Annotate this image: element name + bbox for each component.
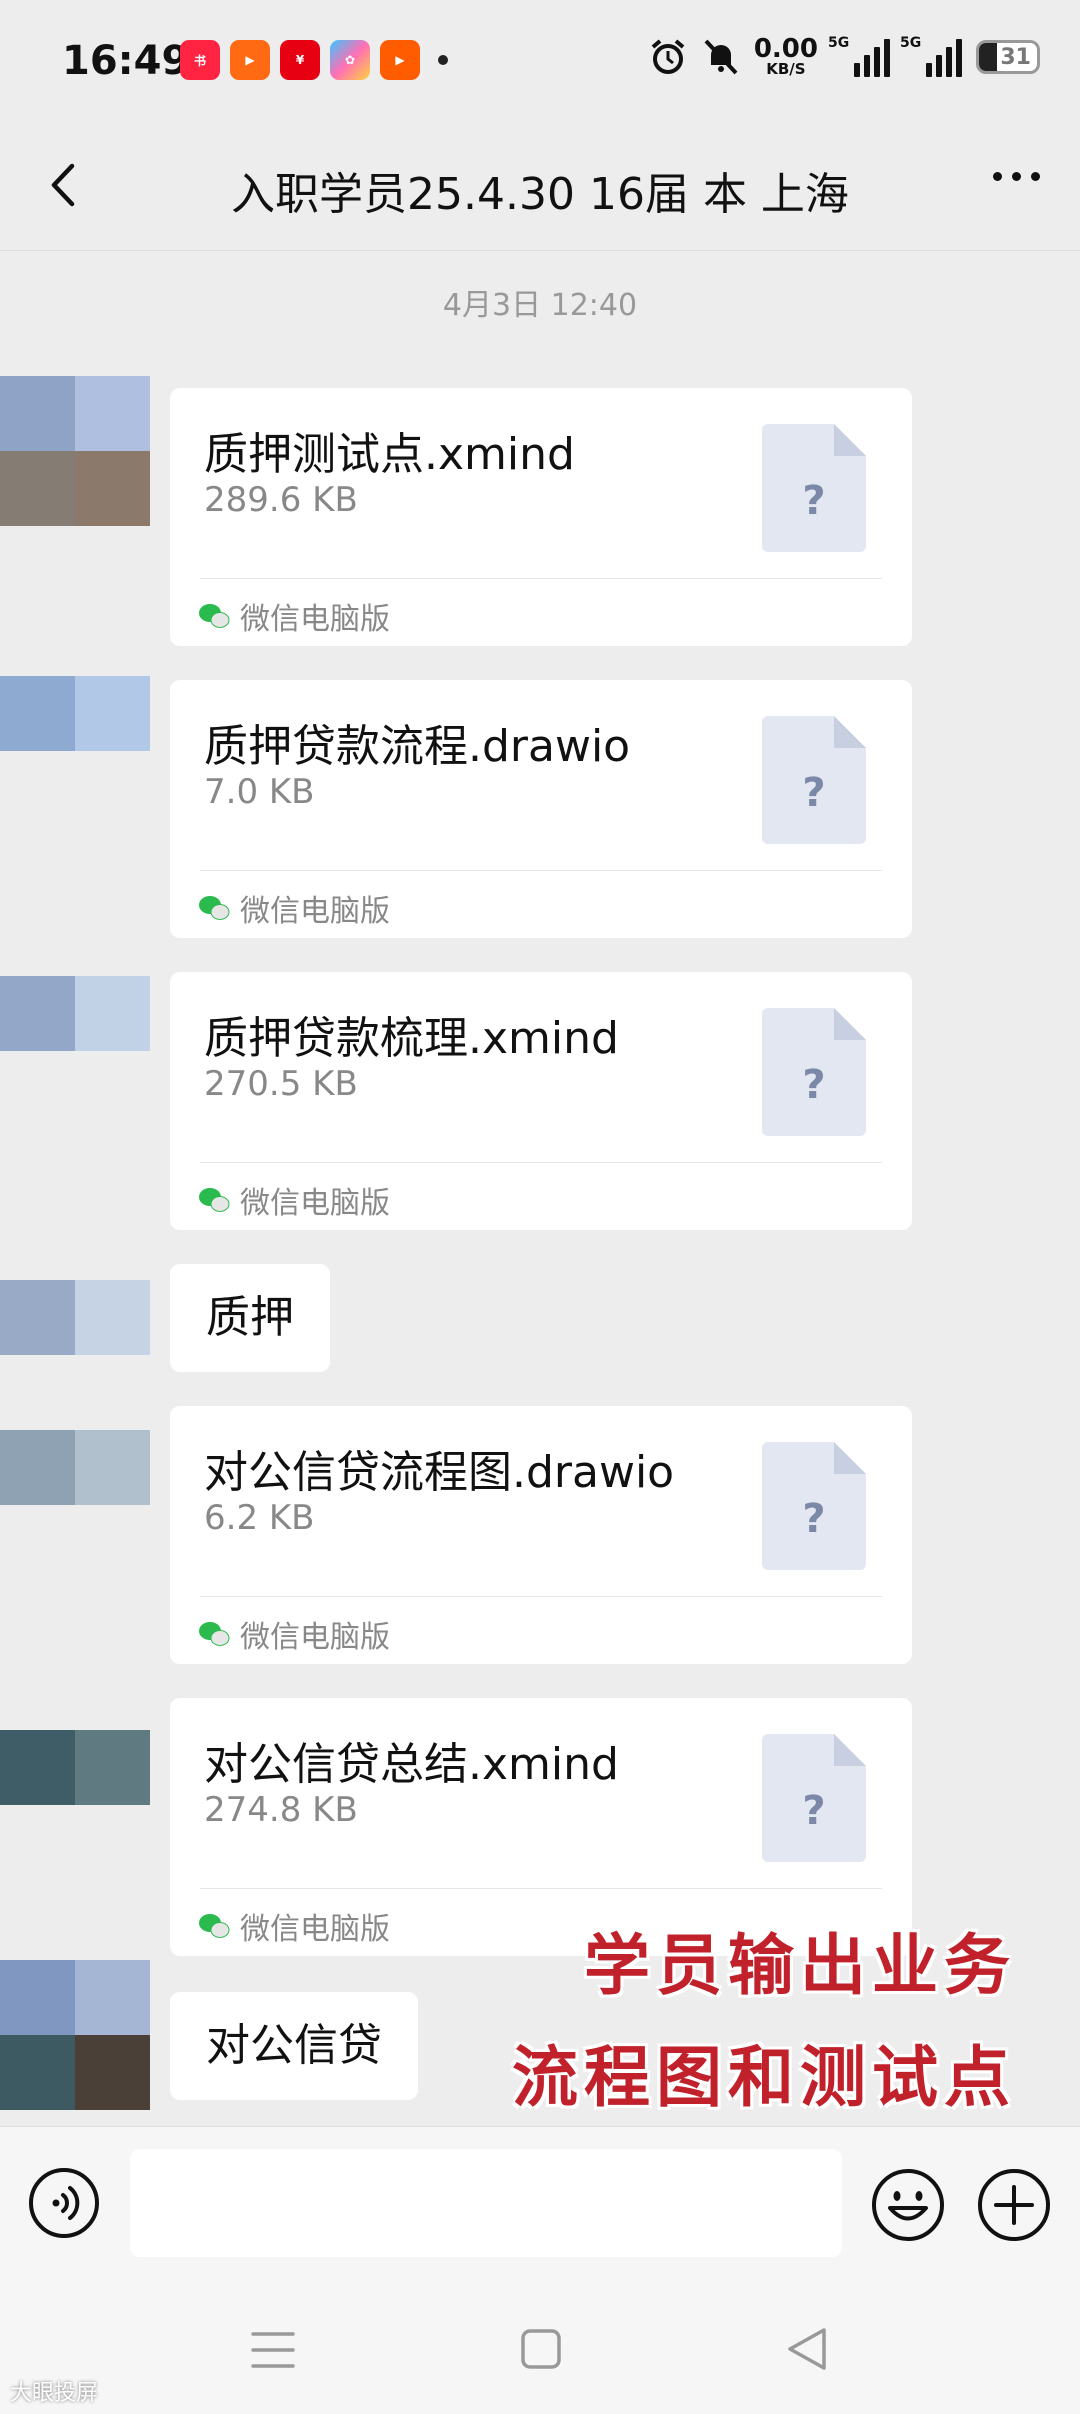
system-nav-bar [0, 2286, 1080, 2414]
avatar[interactable] [0, 976, 150, 1054]
file-size: 270.5 KB [204, 1064, 358, 1104]
wechat-icon [199, 896, 230, 920]
file-message[interactable]: 质押贷款梳理.xmind 270.5 KB ? 微信电脑版 [170, 972, 912, 1230]
file-name: 对公信贷流程图.drawio [204, 1447, 675, 1498]
text-message[interactable]: 质押 [170, 1264, 330, 1372]
file-size: 274.8 KB [204, 1790, 358, 1830]
status-indicators: 0.00 KB/S 5G 5G 31 [648, 34, 1040, 78]
notification-icons: 书 ▶ ¥ ✿ ▶ [180, 40, 448, 80]
file-message[interactable]: 质押测试点.xmind 289.6 KB ? 微信电脑版 [170, 388, 912, 646]
chat-title: 入职学员25.4.30 16届 本 上海 [231, 169, 849, 220]
svg-text:?: ? [802, 478, 825, 524]
kuaishou-lite-icon: ▶ [380, 40, 420, 80]
chat-header: 入职学员25.4.30 16届 本 上海 [0, 120, 1080, 251]
file-source: 微信电脑版 [198, 1178, 390, 1222]
yunshanfu-icon: ¥ [280, 40, 320, 80]
file-size: 6.2 KB [204, 1498, 315, 1538]
avatar[interactable] [0, 376, 150, 526]
more-notifications-dot [438, 55, 448, 65]
status-bar: 16:49 书 ▶ ¥ ✿ ▶ 0.00 KB/S 5G 5G 31 [0, 0, 1080, 120]
wechat-icon [199, 1622, 230, 1646]
mute-icon [704, 39, 738, 74]
battery-icon: 31 [976, 39, 1040, 74]
file-source: 微信电脑版 [198, 1612, 390, 1656]
signal-icon: 5G [828, 35, 890, 77]
overlay-caption-line2: 流程图和测试点 [512, 2038, 1016, 2116]
avatar[interactable] [0, 1280, 150, 1358]
file-message[interactable]: 质押贷款流程.drawio 7.0 KB ? 微信电脑版 [170, 680, 912, 938]
home-icon[interactable] [518, 2326, 564, 2372]
avatar[interactable] [0, 1730, 150, 1808]
input-bar [0, 2126, 1080, 2287]
avatar[interactable] [0, 1960, 150, 2110]
network-speed: 0.00 KB/S [753, 34, 818, 78]
unknown-file-icon: ? [762, 424, 866, 552]
status-time: 16:49 [62, 38, 190, 84]
message-timestamp: 4月3日 12:40 [442, 288, 638, 323]
svg-text:?: ? [802, 1788, 825, 1834]
menu-icon[interactable] [250, 2328, 296, 2372]
unknown-file-icon: ? [762, 1442, 866, 1570]
plus-icon[interactable] [976, 2167, 1052, 2243]
message-input[interactable] [130, 2149, 842, 2257]
voice-icon[interactable] [28, 2167, 100, 2239]
svg-text:?: ? [802, 1062, 825, 1108]
file-source: 微信电脑版 [198, 886, 390, 930]
file-source: 微信电脑版 [198, 1904, 390, 1948]
divider [200, 1162, 882, 1163]
unknown-file-icon: ? [762, 1734, 866, 1862]
app-store-icon: ✿ [330, 40, 370, 80]
svg-text:?: ? [802, 770, 825, 816]
divider [200, 1596, 882, 1597]
file-size: 7.0 KB [204, 772, 315, 812]
wechat-icon [199, 604, 230, 628]
divider [200, 578, 882, 579]
file-name: 质押测试点.xmind [204, 429, 575, 480]
signal-icon-2: 5G [900, 35, 962, 77]
kuaishou-icon: ▶ [230, 40, 270, 80]
wechat-icon [199, 1914, 230, 1938]
nav-back-icon[interactable] [784, 2324, 830, 2374]
file-size: 289.6 KB [204, 480, 358, 520]
divider [200, 870, 882, 871]
divider [200, 1888, 882, 1889]
overlay-caption-line1: 学员输出业务 [584, 1926, 1016, 2004]
wechat-icon [199, 1188, 230, 1212]
file-source: 微信电脑版 [198, 594, 390, 638]
avatar[interactable] [0, 676, 150, 754]
xiaohongshu-icon: 书 [180, 40, 220, 80]
svg-text:?: ? [802, 1496, 825, 1542]
file-name: 质押贷款梳理.xmind [204, 1013, 619, 1064]
file-name: 质押贷款流程.drawio [204, 721, 631, 772]
text-message[interactable]: 对公信贷 [170, 1992, 418, 2100]
more-options-icon[interactable] [993, 172, 1040, 181]
file-name: 对公信贷总结.xmind [204, 1739, 619, 1790]
emoji-icon[interactable] [870, 2167, 946, 2243]
file-message[interactable]: 对公信贷流程图.drawio 6.2 KB ? 微信电脑版 [170, 1406, 912, 1664]
unknown-file-icon: ? [762, 716, 866, 844]
watermark: 大眼投屏 [10, 2381, 99, 2406]
alarm-icon [651, 38, 685, 74]
avatar[interactable] [0, 1430, 150, 1508]
unknown-file-icon: ? [762, 1008, 866, 1136]
